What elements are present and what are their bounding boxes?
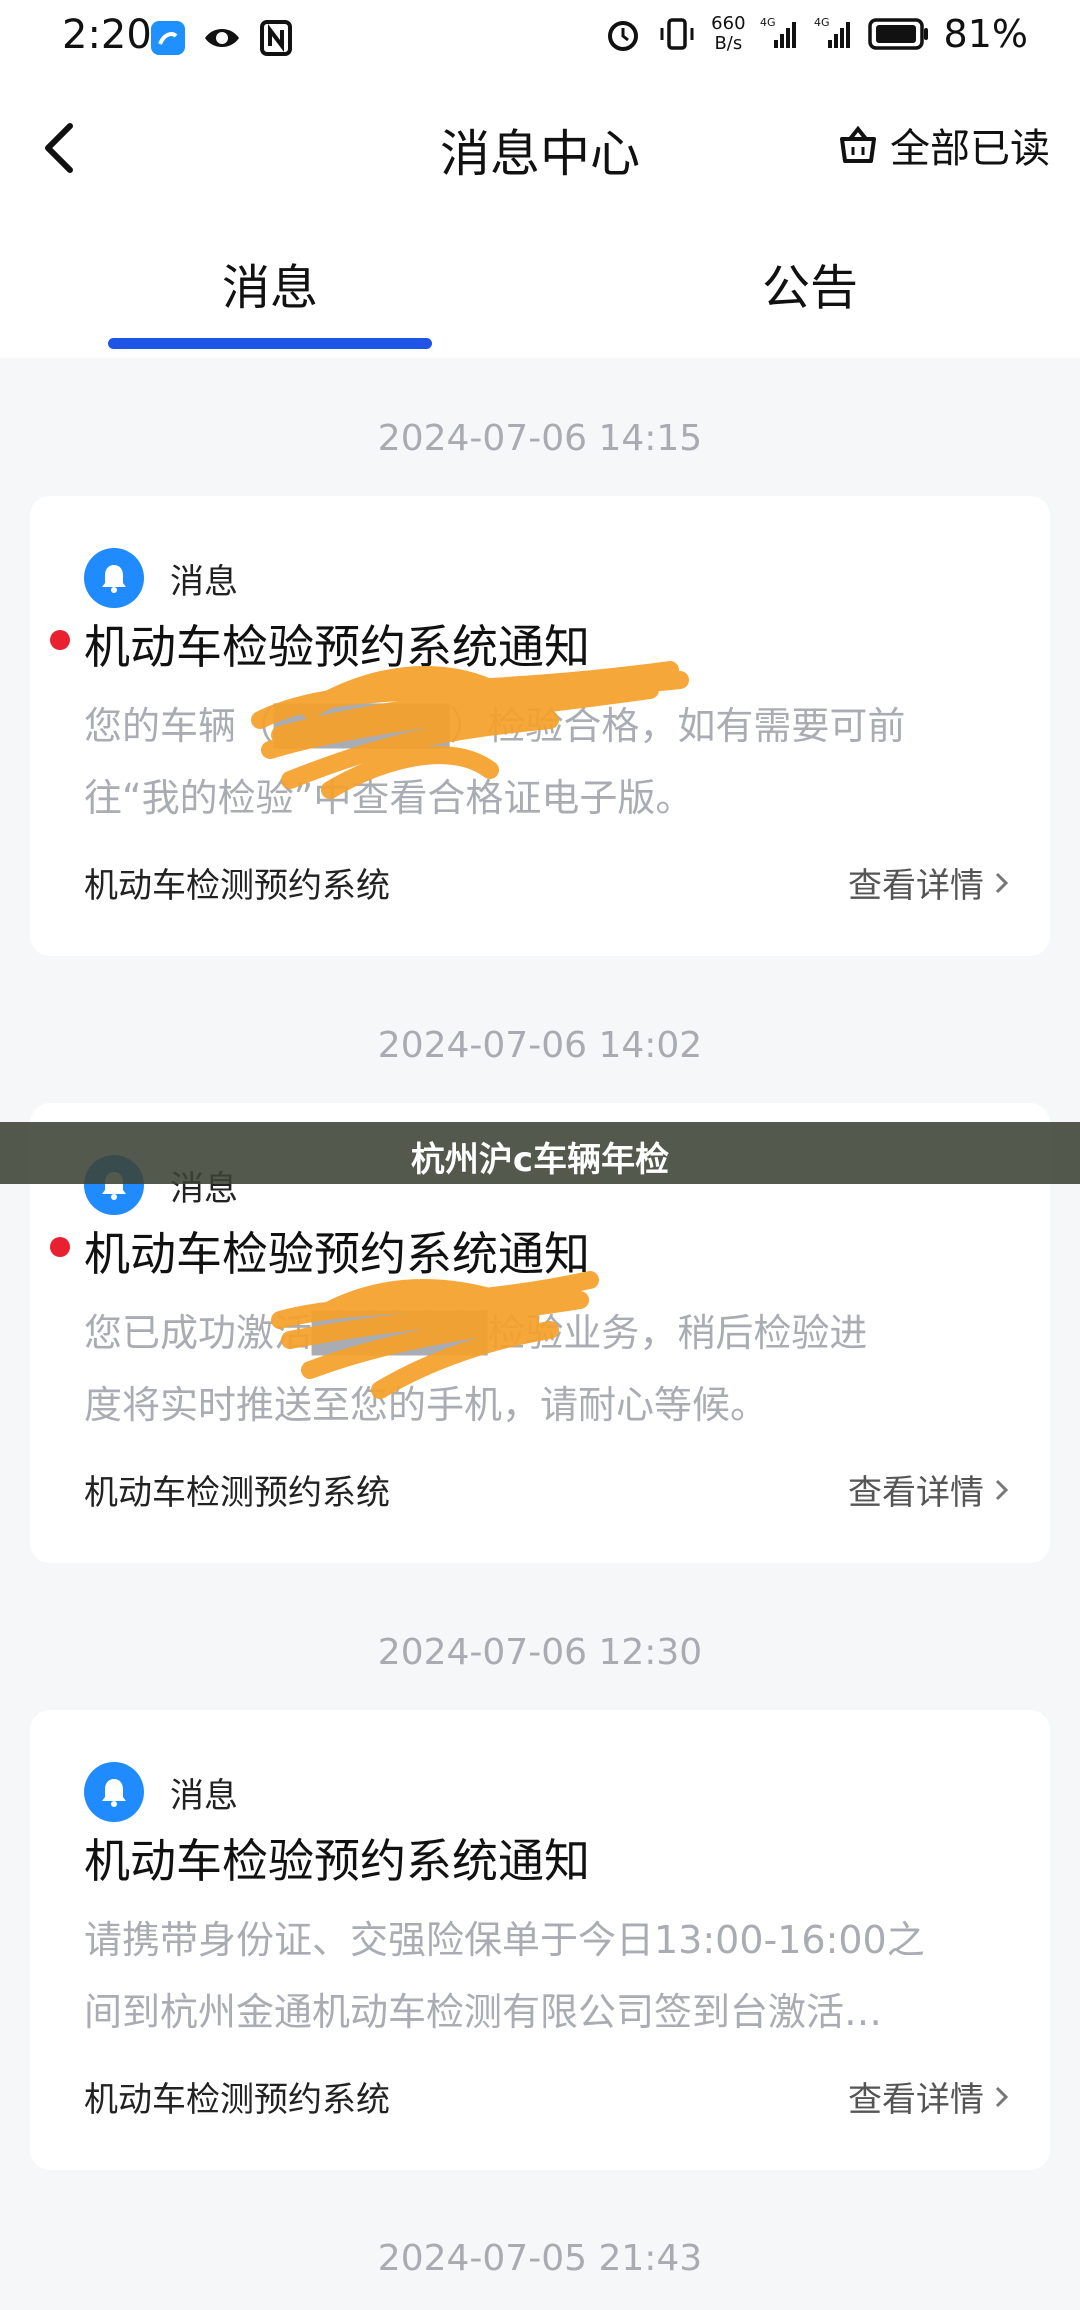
tab-announcements[interactable]: 公告 [648, 248, 972, 318]
status-right-icons: 660 B/s 4G 4G 81% [603, 12, 1028, 56]
bell-icon [84, 1762, 144, 1822]
view-details-link[interactable]: 查看详情 [848, 2072, 1010, 2121]
view-details-label: 查看详情 [848, 2080, 984, 2120]
svg-text:4G: 4G [814, 16, 830, 29]
message-timestamp: 2024-07-05 21:43 [377, 2238, 703, 2279]
status-time: 2:20 [62, 12, 152, 58]
message-source-label: 消息 [170, 1775, 238, 1816]
chevron-right-icon [995, 1479, 1009, 1500]
bell-icon [84, 548, 144, 608]
nav-header: 消息中心 全部已读 [0, 78, 1080, 208]
view-details-link[interactable]: 查看详情 [848, 1465, 1010, 1514]
vibrate-icon [660, 18, 694, 50]
message-card[interactable]: 消息 机动车检验预约系统通知 请携带身份证、交强险保单于今日13:00-16:0… [30, 1710, 1050, 2170]
network-speed-unit: B/s [714, 33, 743, 54]
unread-dot [50, 1237, 70, 1257]
alarm-icon [608, 21, 639, 51]
message-body-line: 您已成功激活██████检验业务，稍后检验进 [84, 1311, 868, 1355]
chevron-right-icon [995, 2086, 1009, 2107]
message-title: 机动车检验预约系统通知 [84, 1227, 590, 1281]
chevron-right-icon [995, 872, 1009, 893]
eye-icon [205, 29, 239, 47]
message-timestamp: 2024-07-06 14:15 [377, 418, 703, 459]
view-details-label: 查看详情 [848, 866, 984, 906]
message-timestamp: 2024-07-06 14:02 [377, 1025, 703, 1066]
message-body-line: 往“我的检验”中查看合格证电子版。 [84, 776, 694, 820]
overlay-banner-text: 杭州沪c车辆年检 [410, 1140, 670, 1180]
message-body-line: 请携带身份证、交强险保单于今日13:00-16:00之 [84, 1918, 925, 1962]
message-timestamp: 2024-07-06 12:30 [377, 1632, 703, 1673]
tab-bar: 消息 公告 [0, 208, 1080, 358]
mark-all-read-button[interactable]: 全部已读 [836, 116, 1050, 174]
network-speed: 660 B/s [711, 14, 745, 54]
signal-4g-icon: 4G [814, 16, 850, 48]
signal-4g-icon: 4G [760, 16, 796, 48]
message-source-label: 消息 [170, 561, 238, 602]
message-body-line: 间到杭州金通机动车检测有限公司签到台激活… [84, 1990, 883, 2034]
message-body-line: 度将实时推送至您的手机，请耐心等候。 [84, 1383, 769, 1427]
battery-icon [867, 18, 928, 50]
message-sender: 机动车检测预约系统 [84, 866, 390, 906]
overlay-banner: 杭州沪c车辆年检 [0, 1122, 1080, 1184]
status-left-icons [148, 18, 296, 58]
message-title: 机动车检验预约系统通知 [84, 1834, 590, 1888]
nfc-icon [260, 20, 292, 56]
message-body: 您已成功激活██████检验业务，稍后检验进 度将实时推送至您的手机，请耐心等候… [84, 1297, 1034, 1441]
message-body: 您的车辆（██████）检验合格，如有需要可前 往“我的检验”中查看合格证电子版… [84, 690, 1034, 834]
app-icon [151, 21, 185, 55]
battery-percent: 81% [943, 12, 1028, 56]
message-title: 机动车检验预约系统通知 [84, 620, 590, 674]
message-source: 消息 [84, 1762, 238, 1822]
active-tab-indicator [108, 338, 432, 349]
view-details-label: 查看详情 [848, 1473, 984, 1513]
basket-icon [840, 125, 876, 163]
tab-messages[interactable]: 消息 [108, 248, 432, 318]
unread-dot [50, 630, 70, 650]
message-body-line: 您的车辆（██████）检验合格，如有需要可前 [84, 704, 906, 748]
network-speed-value: 660 [711, 13, 746, 34]
message-sender: 机动车检测预约系统 [84, 2080, 390, 2120]
message-sender: 机动车检测预约系统 [84, 1473, 390, 1513]
mark-all-read-label: 全部已读 [890, 126, 1050, 172]
status-bar: 2:20 660 B/s 4G 4G 81% [0, 0, 1080, 78]
message-card[interactable]: 消息 机动车检验预约系统通知 您的车辆（██████）检验合格，如有需要可前 往… [30, 496, 1050, 956]
svg-text:4G: 4G [760, 16, 776, 29]
message-source: 消息 [84, 548, 238, 608]
message-body: 请携带身份证、交强险保单于今日13:00-16:00之 间到杭州金通机动车检测有… [84, 1904, 1034, 2048]
view-details-link[interactable]: 查看详情 [848, 858, 1010, 907]
